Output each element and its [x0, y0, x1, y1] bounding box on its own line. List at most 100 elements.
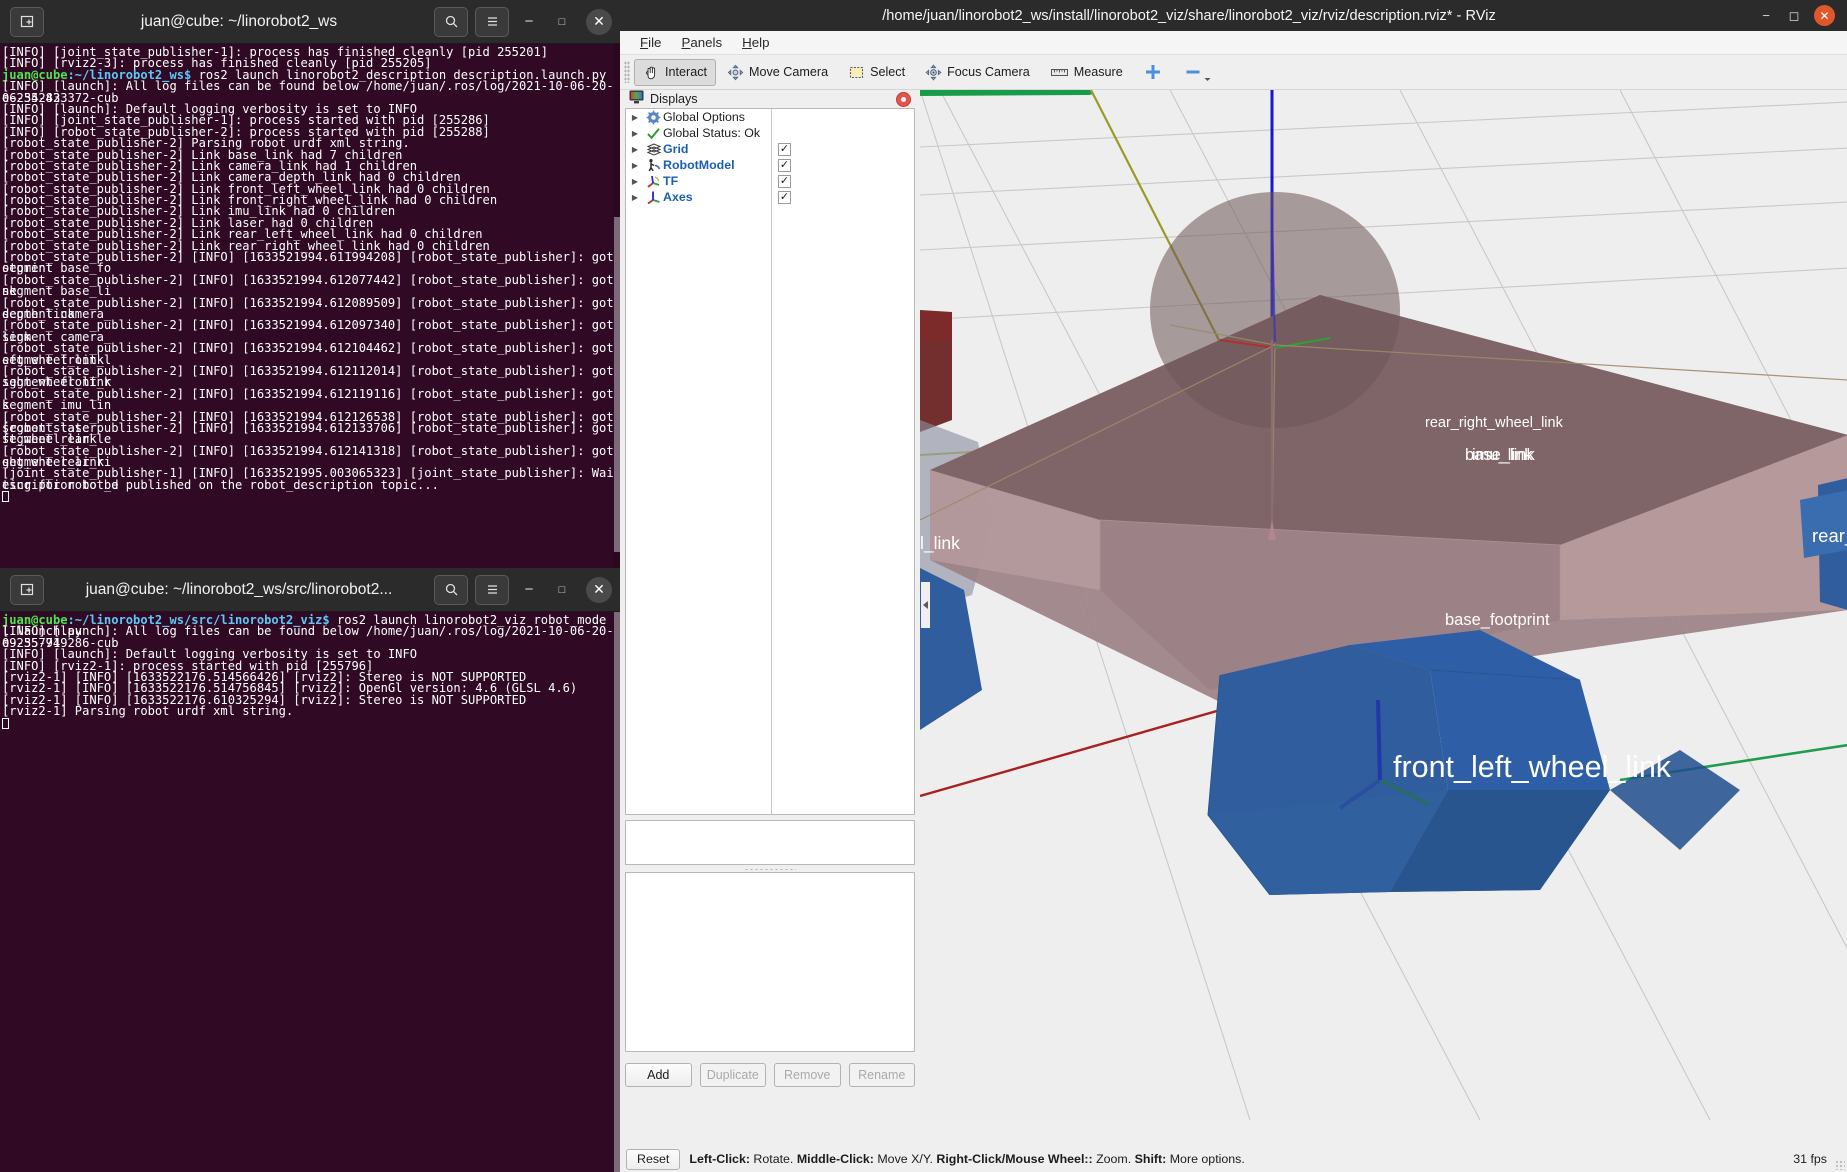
rviz-titlebar[interactable]: /home/juan/linorobot2_ws/install/linorob…: [620, 0, 1847, 31]
menu-file[interactable]: File: [632, 33, 669, 52]
display-item-label: RobotModel: [663, 158, 735, 172]
terminal-line: [robot_state_publisher-2] [INFO] [163352…: [2, 318, 614, 344]
hint-segment: More options.: [1166, 1152, 1245, 1166]
terminal-line: [robot_state_publisher-2] [INFO] [163352…: [2, 272, 614, 299]
new-tab-icon[interactable]: [10, 6, 44, 37]
sidebar-item-axes[interactable]: ▶ Axes: [626, 189, 914, 205]
sidebar-item-global-options[interactable]: ▶ Global Options: [626, 109, 914, 125]
search-icon[interactable]: [434, 6, 468, 37]
tool-measure[interactable]: Measure: [1041, 59, 1132, 86]
terminal2-title: juan@cube: ~/linorobot2_ws/src/linorobot…: [85, 580, 393, 598]
reset-button[interactable]: Reset: [626, 1148, 681, 1170]
hint-segment: Shift:: [1134, 1152, 1167, 1166]
rviz-window-title: /home/juan/linorobot2_ws/install/linorob…: [882, 7, 1496, 24]
hand-cursor-icon: [643, 64, 660, 81]
minimize-icon[interactable]: −: [1758, 8, 1774, 23]
close-icon[interactable]: ✕: [586, 8, 612, 35]
screen: juan@cube: ~/linorobot2_ws − □ ✕ [INFO] …: [0, 0, 1847, 1172]
terminal-line: [robot_state_publisher-2] [INFO] [163352…: [2, 295, 614, 321]
tool-add-button[interactable]: [1134, 59, 1172, 85]
hint-segment: Right-Click/Mouse Wheel::: [936, 1152, 1093, 1166]
terminal-window-1[interactable]: juan@cube: ~/linorobot2_ws − □ ✕ [INFO] …: [0, 0, 620, 568]
tool-measure-label: Measure: [1073, 65, 1123, 79]
rviz-3d-scene: [920, 90, 1847, 1120]
terminal1-titlebar[interactable]: juan@cube: ~/linorobot2_ws − □ ✕: [0, 0, 620, 44]
chevron-right-icon[interactable]: ▶: [626, 193, 644, 202]
tree-column-divider: [771, 109, 772, 814]
displays-panel-header[interactable]: Displays: [625, 90, 915, 108]
tool-focus-camera[interactable]: Focus Camera: [916, 59, 1039, 86]
minimize-icon[interactable]: −: [516, 9, 542, 35]
chevron-right-icon[interactable]: ▶: [626, 145, 644, 154]
hamburger-menu-icon[interactable]: [475, 6, 509, 37]
panel-close-icon[interactable]: [896, 91, 911, 107]
menu-label-rest: elp: [751, 35, 770, 50]
terminal-line: [robot_state_publisher-2] [INFO] [163352…: [2, 386, 614, 413]
tool-select[interactable]: Select: [839, 59, 914, 86]
close-icon[interactable]: ✕: [586, 576, 612, 603]
terminal-line: [rviz2-1] Parsing robot urdf xml string.: [2, 704, 294, 719]
add-button[interactable]: Add: [625, 1063, 692, 1087]
tool-move-camera[interactable]: Move Camera: [718, 59, 837, 86]
tool-interact-label: Interact: [665, 65, 707, 79]
sidebar-item-grid[interactable]: ▶ Grid: [626, 141, 914, 157]
display-enable-checkbox[interactable]: ✓: [778, 190, 791, 204]
displays-button-row[interactable]: Add Duplicate Remove Rename: [625, 1063, 915, 1087]
hint-segment: Zoom.: [1092, 1152, 1135, 1166]
display-enable-checkbox[interactable]: ✓: [778, 174, 791, 188]
display-properties-box[interactable]: [625, 872, 915, 1052]
display-description-box: [625, 820, 915, 865]
chevron-right-icon[interactable]: ▶: [626, 113, 644, 122]
minimize-icon[interactable]: −: [516, 577, 542, 603]
terminal-line: [INFO] [launch]: All log files can be fo…: [2, 79, 614, 105]
toolbar-grip[interactable]: [624, 61, 630, 83]
focus-camera-icon: [925, 63, 942, 81]
move-camera-icon: [727, 64, 744, 81]
select-marquee-icon: [848, 64, 865, 81]
sidebar-item-robotmodel[interactable]: ▶ RobotModel: [626, 157, 914, 173]
hamburger-menu-icon[interactable]: [475, 574, 509, 605]
rviz-menubar[interactable]: File Panels Help: [620, 31, 1847, 55]
search-icon[interactable]: [434, 574, 468, 605]
display-enable-checkbox[interactable]: ✓: [778, 142, 791, 156]
display-enable-checkbox[interactable]: ✓: [778, 158, 791, 172]
tool-interact[interactable]: Interact: [634, 58, 716, 86]
plus-icon: [1145, 64, 1161, 80]
displays-panel-title: Displays: [650, 92, 698, 106]
rviz-toolbar[interactable]: Interact Move Camera Select Focus Camera: [620, 55, 1847, 90]
displays-tree[interactable]: ▶ Global Options ▶ Global Status: Ok ✓ ▶ Grid ✓…: [625, 108, 915, 815]
terminal-line: [robot_state_publisher-2] [INFO] [163352…: [2, 250, 614, 276]
terminal-window-2[interactable]: juan@cube: ~/linorobot2_ws/src/linorobot…: [0, 568, 620, 1172]
close-icon[interactable]: ✕: [1814, 5, 1835, 26]
terminal2-output[interactable]: juan@cube:~/linorobot2_ws/src/linorobot2…: [0, 612, 620, 1172]
chevron-right-icon[interactable]: ▶: [626, 161, 644, 170]
display-item-label: Global Status: Ok: [663, 126, 761, 140]
chevron-right-icon[interactable]: ▶: [626, 177, 644, 186]
tool-remove-button[interactable]: [1174, 59, 1212, 85]
display-item-label: Axes: [663, 190, 693, 204]
axes-icon: [644, 190, 663, 205]
green-check-icon: [644, 126, 663, 141]
resize-grip[interactable]: [1835, 1160, 1845, 1170]
ruler-icon: [1050, 64, 1069, 81]
remove-button: Remove: [774, 1063, 841, 1087]
maximize-icon[interactable]: ◻: [1786, 8, 1802, 24]
rviz-3d-viewport[interactable]: rear_right_wheel_link base_link imu_link l_…: [920, 90, 1847, 1120]
maximize-icon[interactable]: □: [549, 577, 575, 603]
menu-panels[interactable]: Panels: [673, 33, 730, 52]
viewport-collapse-handle[interactable]: [921, 582, 930, 628]
new-tab-icon[interactable]: [10, 574, 44, 605]
maximize-icon[interactable]: □: [549, 9, 575, 35]
gear-icon: [644, 110, 663, 125]
sidebar-item-global-status-ok[interactable]: ▶ Global Status: Ok: [626, 125, 914, 141]
hint-segment: Left-Click:: [689, 1152, 750, 1166]
rviz-window: /home/juan/linorobot2_ws/install/linorob…: [620, 0, 1847, 1172]
terminal1-output[interactable]: [INFO] [joint_state_publisher-1]: proces…: [0, 44, 620, 568]
terminal2-titlebar[interactable]: juan@cube: ~/linorobot2_ws/src/linorobot…: [0, 568, 620, 612]
sidebar-item-tf[interactable]: ▶ TF: [626, 173, 914, 189]
display-item-label: Grid: [663, 142, 689, 156]
menu-label-rest: anels: [690, 35, 723, 50]
chevron-right-icon[interactable]: ▶: [626, 129, 644, 138]
menu-help[interactable]: Help: [734, 33, 777, 52]
chevron-down-icon[interactable]: [1203, 76, 1212, 83]
